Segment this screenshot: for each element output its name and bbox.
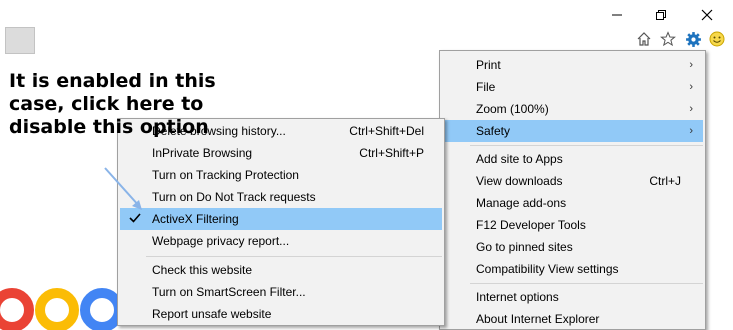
menu-item-label: Internet options (476, 290, 559, 304)
favorites-star-icon (660, 31, 676, 47)
menu-item-label: Turn on Tracking Protection (152, 168, 299, 182)
menu-item-label: Webpage privacy report... (152, 234, 290, 248)
menu-item-view-downloads[interactable]: View downloads Ctrl+J (442, 170, 703, 192)
menu-item-label: Zoom (100%) (476, 102, 549, 116)
feedback-smiley-icon (709, 31, 725, 47)
menu-item-shortcut: Ctrl+Shift+P (359, 146, 424, 160)
annotation-text: It is enabled in this case, click here t… (9, 70, 216, 138)
menu-item-label: InPrivate Browsing (152, 146, 253, 160)
menu-item-f12-developer-tools[interactable]: F12 Developer Tools (442, 214, 703, 236)
menu-item-do-not-track[interactable]: Turn on Do Not Track requests (120, 186, 442, 208)
menu-item-label: Print (476, 58, 501, 72)
home-icon (637, 32, 651, 46)
menu-item-shortcut: Ctrl+J (649, 174, 681, 188)
menu-item-safety[interactable]: Safety › (442, 120, 703, 142)
menu-item-check-this-website[interactable]: Check this website (120, 259, 442, 281)
favorites-button[interactable] (659, 30, 677, 48)
menu-item-label: Safety (476, 124, 511, 138)
menu-item-zoom[interactable]: Zoom (100%) › (442, 98, 703, 120)
menu-item-add-site-to-apps[interactable]: Add site to Apps (442, 148, 703, 170)
menu-item-label: F12 Developer Tools (476, 218, 586, 232)
home-button[interactable] (635, 30, 653, 48)
menu-item-label: Add site to Apps (476, 152, 563, 166)
menu-item-smartscreen-filter[interactable]: Turn on SmartScreen Filter... (120, 281, 442, 303)
menu-separator (146, 256, 442, 257)
tools-button[interactable] (684, 30, 702, 48)
google-logo (0, 288, 124, 330)
menu-item-label: Turn on Do Not Track requests (152, 190, 316, 204)
submenu-arrow-icon: › (689, 81, 693, 93)
menu-item-compatibility-view-settings[interactable]: Compatibility View settings (442, 258, 703, 280)
close-button[interactable] (697, 6, 717, 24)
restore-button[interactable] (651, 6, 671, 24)
menu-item-label: Go to pinned sites (476, 240, 573, 254)
menu-item-label: Manage add-ons (476, 196, 567, 210)
annotation-arrow (104, 167, 142, 210)
tools-menu: Print › File › Zoom (100%) › Safety › Ad… (439, 50, 706, 330)
menu-item-label: File (476, 80, 496, 94)
menu-item-webpage-privacy-report[interactable]: Webpage privacy report... (120, 230, 442, 252)
menu-item-file[interactable]: File › (442, 76, 703, 98)
menu-item-label: Compatibility View settings (476, 262, 619, 276)
menu-item-label: Report unsafe website (152, 307, 272, 321)
menu-item-print[interactable]: Print › (442, 54, 703, 76)
feedback-button[interactable] (708, 30, 726, 48)
menu-item-tracking-protection[interactable]: Turn on Tracking Protection (120, 164, 442, 186)
menu-item-report-unsafe-website[interactable]: Report unsafe website (120, 303, 442, 325)
menu-item-label: About Internet Explorer (476, 312, 600, 326)
menu-item-activex-filtering[interactable]: ActiveX Filtering (120, 208, 442, 230)
safety-submenu: Delete browsing history... Ctrl+Shift+De… (117, 118, 445, 326)
menu-item-label: View downloads (476, 174, 563, 188)
menu-item-label: Turn on SmartScreen Filter... (152, 285, 306, 299)
page-gray-box[interactable] (5, 27, 35, 54)
minimize-button[interactable] (607, 6, 627, 24)
close-icon (701, 9, 713, 21)
minimize-icon (612, 14, 622, 16)
menu-separator (470, 283, 703, 284)
restore-icon (656, 10, 666, 20)
menu-separator (470, 145, 703, 146)
menu-item-inprivate-browsing[interactable]: InPrivate Browsing Ctrl+Shift+P (120, 142, 442, 164)
submenu-arrow-icon: › (689, 103, 693, 115)
menu-item-label: ActiveX Filtering (152, 212, 239, 226)
menu-item-manage-add-ons[interactable]: Manage add-ons (442, 192, 703, 214)
submenu-arrow-icon: › (689, 59, 693, 71)
menu-item-internet-options[interactable]: Internet options (442, 286, 703, 308)
menu-item-label: Check this website (152, 263, 253, 277)
tools-gear-icon (685, 31, 701, 47)
menu-item-go-to-pinned-sites[interactable]: Go to pinned sites (442, 236, 703, 258)
menu-item-about-internet-explorer[interactable]: About Internet Explorer (442, 308, 703, 330)
submenu-arrow-icon: › (689, 125, 693, 137)
menu-item-shortcut: Ctrl+Shift+Del (349, 124, 424, 138)
